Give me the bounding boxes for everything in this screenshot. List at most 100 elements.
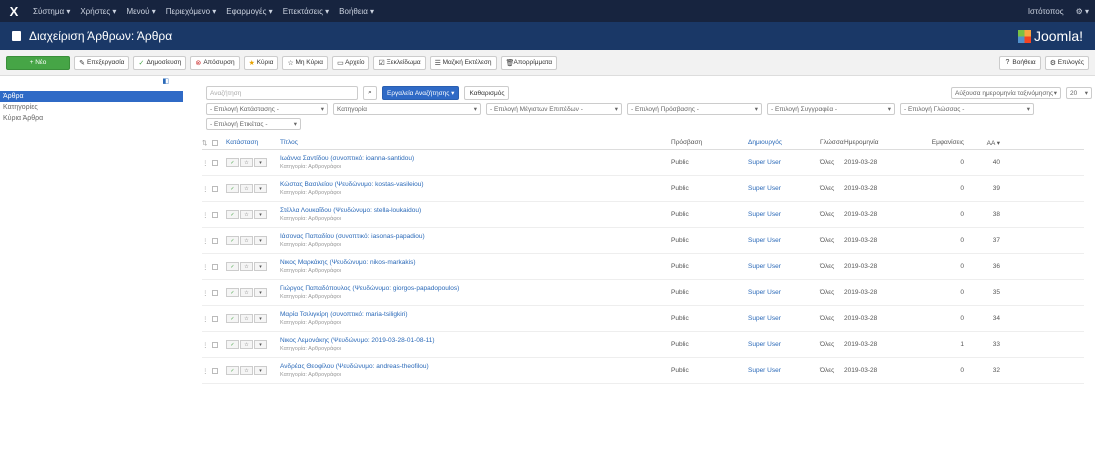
ordering-select[interactable]: Αύξουσα ημερομηνία ταξινόμησης ▾ bbox=[951, 87, 1061, 99]
featured-toggle-icon[interactable]: ☆ bbox=[240, 288, 253, 297]
row-checkbox[interactable] bbox=[212, 341, 218, 348]
site-link[interactable]: Ιστότοπος bbox=[1022, 7, 1070, 16]
actions-dropdown-icon[interactable]: ▾ bbox=[254, 288, 267, 297]
column-title[interactable]: Τίτλος bbox=[276, 139, 671, 146]
checkin-button[interactable]: ☑ Ξεκλείδωμα bbox=[373, 55, 426, 70]
options-button[interactable]: ⚙ Επιλογές bbox=[1044, 55, 1089, 70]
article-author-link[interactable]: Super User bbox=[748, 367, 820, 374]
article-title-link[interactable]: Στέλλα Λουκαΐδου (Ψευδώνυμο: stella-louk… bbox=[280, 207, 671, 214]
row-checkbox[interactable] bbox=[212, 159, 218, 166]
row-checkbox[interactable] bbox=[212, 263, 218, 270]
article-author-link[interactable]: Super User bbox=[748, 237, 820, 244]
limit-select[interactable]: 20 ▾ bbox=[1066, 87, 1092, 99]
article-title-link[interactable]: Νικος Μαρκάκης (Ψευδώνυμο: nikos-markaki… bbox=[280, 259, 671, 266]
article-author-link[interactable]: Super User bbox=[748, 263, 820, 270]
row-checkbox[interactable] bbox=[212, 315, 218, 322]
actions-dropdown-icon[interactable]: ▾ bbox=[254, 158, 267, 167]
publish-button[interactable]: ✓ Δημοσίευση bbox=[133, 55, 187, 70]
column-access[interactable]: Πρόσβαση bbox=[671, 139, 748, 146]
drag-handle-icon[interactable]: ⋮ bbox=[202, 315, 212, 323]
drag-handle-icon[interactable]: ⋮ bbox=[202, 159, 212, 167]
menu-content[interactable]: Περιεχόμενο ▾ bbox=[161, 7, 222, 16]
column-hits[interactable]: Εμφανίσεις bbox=[922, 139, 964, 146]
featured-toggle-icon[interactable]: ☆ bbox=[240, 366, 253, 375]
published-toggle-icon[interactable]: ✓ bbox=[226, 210, 239, 219]
article-author-link[interactable]: Super User bbox=[748, 159, 820, 166]
drag-handle-icon[interactable]: ⋮ bbox=[202, 211, 212, 219]
language-select[interactable]: - Επιλογή Γλώσσας - ▾ bbox=[900, 103, 1034, 115]
published-toggle-icon[interactable]: ✓ bbox=[226, 158, 239, 167]
status-select[interactable]: - Επιλογή Κατάστασης - ▾ bbox=[206, 103, 328, 115]
drag-handle-icon[interactable]: ⋮ bbox=[202, 237, 212, 245]
clear-button[interactable]: Καθαρισμός bbox=[464, 86, 510, 100]
archive-button[interactable]: ▭ Αρχείο bbox=[332, 55, 370, 70]
article-title-link[interactable]: Μαρία Τσιλιγκίρη (συνοπτικό: maria-tsili… bbox=[280, 311, 671, 318]
actions-dropdown-icon[interactable]: ▾ bbox=[254, 366, 267, 375]
tag-select[interactable]: - Επιλογή Ετικέτας - ▾ bbox=[206, 118, 301, 130]
column-id[interactable]: ΑΑ ▾ bbox=[964, 139, 1000, 147]
drag-handle-icon[interactable]: ⋮ bbox=[202, 263, 212, 271]
sidebar-item-articles[interactable]: Άρθρα bbox=[0, 91, 183, 102]
drag-handle-icon[interactable]: ⋮ bbox=[202, 185, 212, 193]
help-button[interactable]: ? Βοήθεια bbox=[999, 55, 1041, 70]
article-title-link[interactable]: Νικος Λεμονάκης (Ψευδώνυμο: 2019-03-28-0… bbox=[280, 337, 671, 344]
menu-help[interactable]: Βοήθεια ▾ bbox=[334, 7, 379, 16]
menu-users[interactable]: Χρήστες ▾ bbox=[75, 7, 121, 16]
column-author[interactable]: Δημιουργός bbox=[748, 139, 820, 146]
article-title-link[interactable]: Κώστας Βασιλείου (Ψευδώνυμο: kostas-vasi… bbox=[280, 181, 671, 188]
actions-dropdown-icon[interactable]: ▾ bbox=[254, 262, 267, 271]
menu-extensions[interactable]: Επεκτάσεις ▾ bbox=[278, 7, 334, 16]
levels-select[interactable]: - Επιλογή Μέγιστων Επιπέδων - ▾ bbox=[486, 103, 622, 115]
article-title-link[interactable]: Ιωάννα Σαντίδου (συνοπτικό: ioanna-santi… bbox=[280, 155, 671, 162]
unfeatured-button[interactable]: ☆ Μη Κύρια bbox=[282, 55, 329, 70]
article-author-link[interactable]: Super User bbox=[748, 315, 820, 322]
joomla-logo-icon[interactable]: X bbox=[0, 4, 28, 19]
featured-button[interactable]: ★ Κύρια bbox=[243, 55, 279, 70]
published-toggle-icon[interactable]: ✓ bbox=[226, 366, 239, 375]
menu-system[interactable]: Σύστημα ▾ bbox=[28, 7, 75, 16]
actions-dropdown-icon[interactable]: ▾ bbox=[254, 340, 267, 349]
search-button[interactable]: ⌕ bbox=[363, 86, 377, 100]
ordering-column-header[interactable]: ⇅ bbox=[202, 139, 212, 147]
article-author-link[interactable]: Super User bbox=[748, 289, 820, 296]
search-tools-button[interactable]: Εργαλεία Αναζήτησης ▾ bbox=[382, 86, 460, 100]
unpublish-button[interactable]: ⊗ Απόσυρση bbox=[190, 55, 240, 70]
select-all-checkbox[interactable] bbox=[212, 139, 218, 146]
drag-handle-icon[interactable]: ⋮ bbox=[202, 367, 212, 375]
article-title-link[interactable]: Γιώργος Παπαδόπουλος (Ψευδώνυμο: giorgos… bbox=[280, 285, 671, 292]
row-checkbox[interactable] bbox=[212, 237, 218, 244]
drag-handle-icon[interactable]: ⋮ bbox=[202, 341, 212, 349]
featured-toggle-icon[interactable]: ☆ bbox=[240, 210, 253, 219]
sidebar-item-featured[interactable]: Κύρια Άρθρα bbox=[0, 113, 183, 124]
author-select[interactable]: - Επιλογή Συγγραφέα - ▾ bbox=[767, 103, 895, 115]
actions-dropdown-icon[interactable]: ▾ bbox=[254, 236, 267, 245]
published-toggle-icon[interactable]: ✓ bbox=[226, 288, 239, 297]
featured-toggle-icon[interactable]: ☆ bbox=[240, 340, 253, 349]
actions-dropdown-icon[interactable]: ▾ bbox=[254, 314, 267, 323]
published-toggle-icon[interactable]: ✓ bbox=[226, 314, 239, 323]
article-author-link[interactable]: Super User bbox=[748, 341, 820, 348]
article-title-link[interactable]: Ανδρέας Θεοφίλου (Ψευδώνυμο: andreas-the… bbox=[280, 363, 671, 370]
featured-toggle-icon[interactable]: ☆ bbox=[240, 236, 253, 245]
actions-dropdown-icon[interactable]: ▾ bbox=[254, 210, 267, 219]
published-toggle-icon[interactable]: ✓ bbox=[226, 262, 239, 271]
sidebar-item-categories[interactable]: Κατηγορίες bbox=[0, 102, 183, 113]
menu-components[interactable]: Εφαρμογές ▾ bbox=[221, 7, 277, 16]
article-author-link[interactable]: Super User bbox=[748, 211, 820, 218]
column-date[interactable]: Ημερομηνία bbox=[844, 139, 922, 146]
column-language[interactable]: Γλώσσα bbox=[820, 139, 844, 146]
featured-toggle-icon[interactable]: ☆ bbox=[240, 314, 253, 323]
sidebar-toggle-icon[interactable]: ◧ bbox=[162, 77, 169, 91]
row-checkbox[interactable] bbox=[212, 367, 218, 374]
column-status[interactable]: Κατάσταση bbox=[226, 139, 276, 146]
published-toggle-icon[interactable]: ✓ bbox=[226, 184, 239, 193]
new-button[interactable]: + Νέο bbox=[6, 55, 70, 70]
menu-menus[interactable]: Μενού ▾ bbox=[121, 7, 160, 16]
featured-toggle-icon[interactable]: ☆ bbox=[240, 184, 253, 193]
category-select[interactable]: Κατηγορία ▾ bbox=[333, 103, 481, 115]
article-author-link[interactable]: Super User bbox=[748, 185, 820, 192]
article-title-link[interactable]: Ιάσονας Παπαδίου (συνοπτικό: iasonas-pap… bbox=[280, 233, 671, 240]
row-checkbox[interactable] bbox=[212, 185, 218, 192]
actions-dropdown-icon[interactable]: ▾ bbox=[254, 184, 267, 193]
row-checkbox[interactable] bbox=[212, 211, 218, 218]
